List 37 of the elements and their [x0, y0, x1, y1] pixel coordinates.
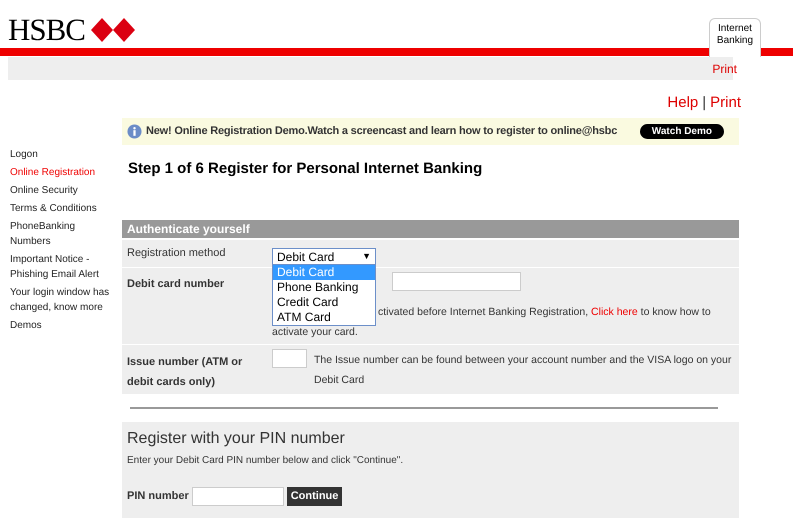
instruction-text: Enter your Debit Card PIN number below and click "Continue". [127, 454, 404, 468]
sidebar-link[interactable]: Online Security [10, 183, 112, 198]
pin-field[interactable] [192, 487, 284, 506]
card-number-field[interactable] [392, 272, 521, 291]
sidebar-link[interactable]: Online Registration [10, 165, 112, 180]
field-label: Debit card number [127, 277, 224, 292]
sidebar-link[interactable]: Demos [10, 318, 112, 333]
help-link[interactable]: Help [667, 92, 698, 114]
logo-text: HSBC [8, 14, 85, 45]
continue-button[interactable]: Continue [286, 487, 342, 506]
section-title: Register with your PIN number [127, 429, 346, 449]
sidebar-link[interactable]: Your login window has changed, know more [10, 285, 112, 315]
hexagon-logo-icon [90, 18, 135, 42]
sidebar-link[interactable]: Important Notice - Phishing Email Alert [10, 252, 112, 282]
issue-note: The Issue number can be found between your account number and the VISA logo on your Debit Card [314, 353, 732, 388]
print-link[interactable]: Print [710, 92, 741, 114]
click-here-link[interactable]: Click here [591, 306, 638, 318]
field-label: Registration method [126, 246, 226, 262]
watch-demo-button[interactable]: Watch Demo [640, 124, 724, 138]
sidebar-link[interactable]: Terms & Conditions [10, 201, 112, 216]
separator-text: | [702, 93, 706, 113]
pin-label: PIN number [127, 489, 189, 504]
page-title: Step 1 of 6 Register for Personal Internet Banking [128, 159, 482, 179]
caret-icon: ▼ [362, 250, 371, 264]
registration-method-select[interactable]: Debit Card ▼ [272, 248, 376, 265]
sidebar-link[interactable]: Logon [10, 147, 112, 162]
issue-number-field[interactable] [272, 349, 307, 368]
info-icon [127, 124, 142, 138]
field-label: Issue number (ATM or debit cards only) [127, 355, 244, 390]
dropdown-option[interactable]: ATM Card [273, 310, 375, 325]
notice-text: New! Online Registration Demo.Watch a screencast and learn how to register to online@hsbc [146, 124, 618, 139]
sidebar-link[interactable]: PhoneBanking Numbers [10, 219, 112, 249]
print-link[interactable]: Print [712, 57, 737, 80]
dropdown-option[interactable]: Phone Banking [273, 280, 375, 295]
dropdown-option[interactable]: Credit Card [273, 295, 375, 310]
section-header: Authenticate yourself [122, 220, 739, 238]
internet-banking-tab[interactable]: Internet Banking [709, 18, 761, 57]
